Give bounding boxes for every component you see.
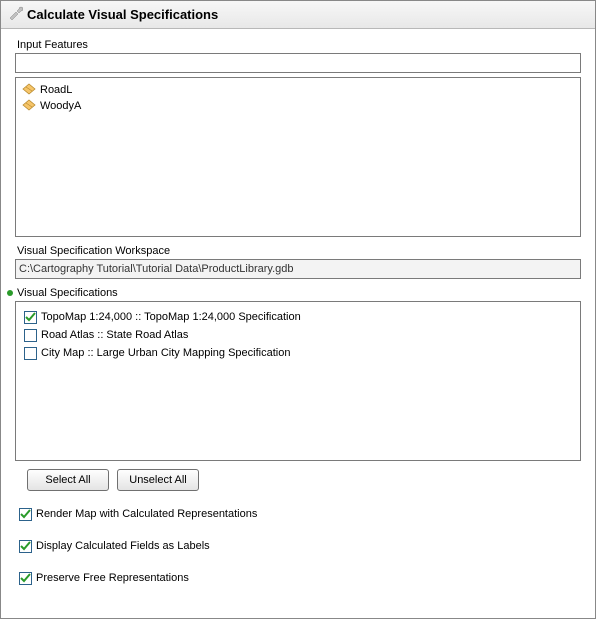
bullet-icon bbox=[7, 290, 13, 296]
workspace-label: Visual Specification Workspace bbox=[15, 245, 581, 257]
visual-specs-label: Visual Specifications bbox=[5, 287, 581, 299]
visual-specs-list[interactable]: TopoMap 1:24,000 :: TopoMap 1:24,000 Spe… bbox=[15, 301, 581, 461]
spec-item[interactable]: City Map :: Large Urban City Mapping Spe… bbox=[24, 344, 572, 362]
option-item[interactable]: Display Calculated Fields as Labels bbox=[19, 537, 581, 555]
spec-button-row: Select All Unselect All bbox=[27, 469, 581, 491]
checkbox[interactable] bbox=[24, 311, 37, 324]
feature-class-icon bbox=[22, 99, 36, 114]
list-item[interactable]: WoodyA bbox=[22, 98, 574, 114]
input-features-list[interactable]: RoadL WoodyA bbox=[15, 77, 581, 237]
spec-item-label: TopoMap 1:24,000 :: TopoMap 1:24,000 Spe… bbox=[41, 311, 301, 323]
checkbox[interactable] bbox=[24, 347, 37, 360]
spec-item-label: City Map :: Large Urban City Mapping Spe… bbox=[41, 347, 290, 359]
dialog-content: Input Features RoadL WoodyA Visual Specif… bbox=[1, 29, 595, 618]
spec-item[interactable]: Road Atlas :: State Road Atlas bbox=[24, 326, 572, 344]
select-all-button[interactable]: Select All bbox=[27, 469, 109, 491]
checkbox[interactable] bbox=[19, 508, 32, 521]
spec-item-label: Road Atlas :: State Road Atlas bbox=[41, 329, 188, 341]
dialog-title: Calculate Visual Specifications bbox=[27, 7, 218, 22]
list-item[interactable]: RoadL bbox=[22, 82, 574, 98]
tool-icon bbox=[7, 5, 23, 24]
titlebar: Calculate Visual Specifications bbox=[1, 1, 595, 29]
spec-item[interactable]: TopoMap 1:24,000 :: TopoMap 1:24,000 Spe… bbox=[24, 308, 572, 326]
option-item[interactable]: Render Map with Calculated Representatio… bbox=[19, 505, 581, 523]
input-features-label: Input Features bbox=[15, 39, 581, 51]
option-item-label: Preserve Free Representations bbox=[36, 572, 189, 584]
input-features-field[interactable] bbox=[15, 53, 581, 73]
checkbox[interactable] bbox=[24, 329, 37, 342]
workspace-path[interactable]: C:\Cartography Tutorial\Tutorial Data\Pr… bbox=[15, 259, 581, 279]
feature-class-icon bbox=[22, 83, 36, 98]
checkbox[interactable] bbox=[19, 572, 32, 585]
options-group: Render Map with Calculated Representatio… bbox=[15, 505, 581, 587]
option-item-label: Display Calculated Fields as Labels bbox=[36, 540, 210, 552]
unselect-all-button[interactable]: Unselect All bbox=[117, 469, 199, 491]
checkbox[interactable] bbox=[19, 540, 32, 553]
list-item-label: WoodyA bbox=[40, 100, 81, 112]
visual-specs-label-text: Visual Specifications bbox=[17, 287, 118, 299]
dialog-window: Calculate Visual Specifications Input Fe… bbox=[0, 0, 596, 619]
list-item-label: RoadL bbox=[40, 84, 72, 96]
option-item[interactable]: Preserve Free Representations bbox=[19, 569, 581, 587]
option-item-label: Render Map with Calculated Representatio… bbox=[36, 508, 257, 520]
